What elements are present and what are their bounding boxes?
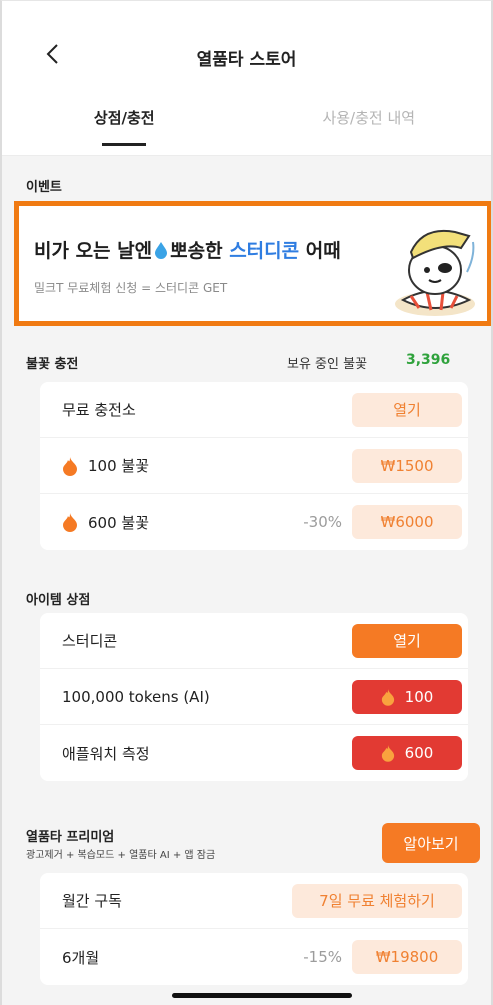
list-item: 600 불꽃 -30% ₩6000 [40,494,468,550]
list-item: 100,000 tokens (AI) 100 [40,669,468,725]
banner-subtitle: 밀크T 무료체험 신청 = 스터디콘 GET [34,281,228,295]
row-label: 월간 구독 [62,892,122,910]
section-label-items: 아이템 상점 [26,593,91,608]
buy-600-fire-button[interactable]: ₩6000 [352,505,462,539]
section-label-event: 이벤트 [26,180,62,195]
row-label: 애플워치 측정 [62,744,150,763]
active-tab-indicator [102,143,147,146]
row-label: 600 불꽃 [62,512,303,533]
fire-icon [63,513,77,532]
page-title: 열품타 스토어 [196,50,297,70]
buy-watch-measure-button[interactable]: 600 [352,736,462,770]
divider [2,155,491,156]
discount-badge: -30% [303,513,342,531]
free-trial-button[interactable]: 7일 무료 체험하기 [292,883,462,918]
list-item: 6개월 -15% ₩19800 [40,929,468,985]
buy-tokens-button[interactable]: 100 [352,679,462,714]
event-banner[interactable]: 비가 오는 날엔 뽀송한 스터디콘 어때 밀크T 무료체험 신청 = 스터디콘 G… [14,201,491,326]
buy-6-month-button[interactable]: ₩19800 [352,940,462,974]
banner-title: 비가 오는 날엔 뽀송한 스터디콘 어때 [34,240,341,262]
premium-subtitle: 광고제거 + 복습모드 + 열품타 AI + 앱 잠금 [26,850,216,861]
open-studycon-button[interactable]: 열기 [352,623,462,658]
row-label: 스터디콘 [62,632,118,650]
row-label: 6개월 [62,948,100,967]
list-item: 애플워치 측정 600 [40,725,468,781]
list-item: 스터디콘 열기 [40,613,468,669]
tab-label: 상점/충전 [93,109,155,127]
discount-badge: -15% [303,948,342,966]
fire-icon [381,688,394,706]
row-label: 100,000 tokens (AI) [62,687,210,706]
points-label: 보유 중인 불꽃 [287,357,368,372]
app-screen: 열품타 스토어 상점/충전 사용/충전 내역 이벤트 비가 오는 날엔 뽀송한 스… [0,0,493,1005]
row-label: 무료 충전소 [62,401,136,419]
item-shop-card: 스터디콘 열기 100,000 tokens (AI) 100 애플워치 측정 … [40,613,468,781]
header: 열품타 스토어 상점/충전 사용/충전 내역 [2,1,491,156]
buy-100-fire-button[interactable]: ₩1500 [352,448,462,483]
list-item: 100 불꽃 ₩1500 [40,438,468,494]
charge-card: 무료 충전소 열기 100 불꽃 ₩1500 600 불꽃 -30% ₩6000 [40,382,468,550]
list-item: 무료 충전소 열기 [40,382,468,438]
mascot-illustration [395,230,475,316]
section-label-charge: 불꽃 충전 [26,357,79,372]
open-free-station-button[interactable]: 열기 [352,392,462,427]
list-item: 월간 구독 7일 무료 체험하기 [40,873,468,929]
tab-shop-charge[interactable]: 상점/충전 [2,101,247,156]
home-indicator[interactable] [172,993,352,998]
fire-icon [63,456,77,476]
premium-card: 월간 구독 7일 무료 체험하기 6개월 -15% ₩19800 [40,873,468,985]
fire-icon [381,745,394,762]
premium-title: 열품타 프리미엄 [26,830,115,845]
water-drop-icon [155,242,168,259]
tab-bar: 상점/충전 사용/충전 내역 [2,101,491,156]
points-value: 3,396 [406,352,451,368]
learn-more-button[interactable]: 알아보기 [382,823,480,863]
tab-label: 사용/충전 내역 [322,109,416,127]
row-label: 100 불꽃 [62,455,352,476]
tab-history[interactable]: 사용/충전 내역 [247,101,492,156]
